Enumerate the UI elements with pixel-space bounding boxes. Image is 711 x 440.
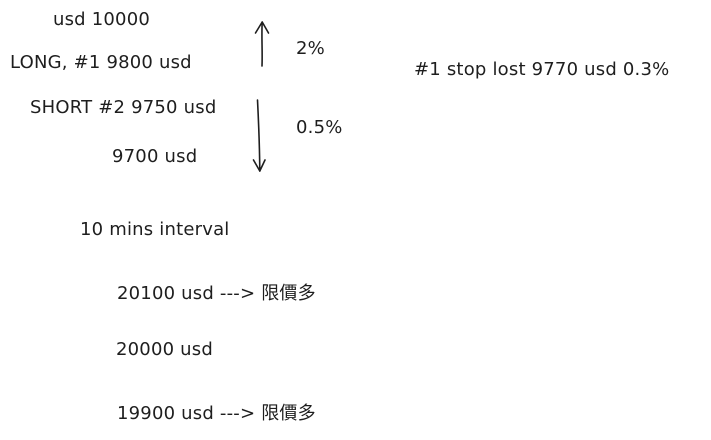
arrows-layer [252,21,270,172]
up-arrow [254,21,270,67]
down-arrow [252,99,266,172]
